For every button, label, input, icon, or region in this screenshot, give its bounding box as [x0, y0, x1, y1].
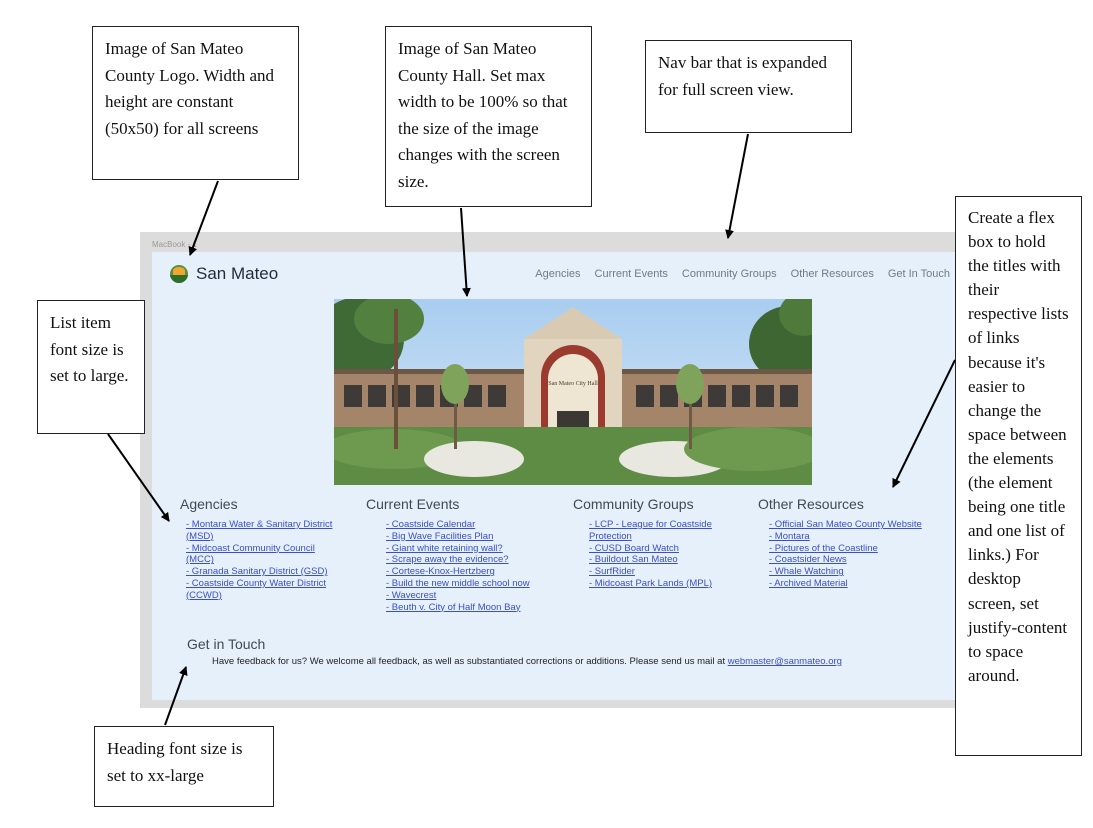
callout-logo: Image of San Mateo County Logo. Width an…	[92, 26, 299, 180]
county-hall-picture: San Mateo City Hall	[334, 299, 812, 485]
list-item: - Granada Sanitary District (GSD)	[186, 566, 342, 578]
group-link[interactable]: - Buildout San Mateo	[589, 554, 678, 565]
resource-link[interactable]: - Coastsider News	[769, 554, 847, 565]
event-link[interactable]: - Build the new middle school now	[386, 578, 530, 589]
list-item: - Buildout San Mateo	[589, 554, 733, 566]
group-link[interactable]: - Midcoast Park Lands (MPL)	[589, 578, 712, 589]
group-link[interactable]: - CUSD Board Watch	[589, 543, 679, 554]
list-item: - Coastside County Water District (CCWD)	[186, 578, 342, 602]
website-mockup: San Mateo Agencies Current Events Commun…	[152, 252, 960, 700]
list-item: - SurfRider	[589, 566, 733, 578]
nav-link-other-resources[interactable]: Other Resources	[791, 268, 874, 280]
list-item: - Wavecrest	[386, 590, 556, 602]
county-hall-image: San Mateo City Hall	[334, 299, 812, 485]
site-title: San Mateo	[196, 264, 279, 283]
list-item: - Midcoast Park Lands (MPL)	[589, 578, 733, 590]
get-in-touch-text: Have feedback for us? We welcome all fee…	[187, 656, 957, 667]
event-link[interactable]: - Wavecrest	[386, 590, 436, 601]
section-title-other-resources: Other Resources	[758, 496, 864, 512]
resource-link[interactable]: - Pictures of the Coastline	[769, 543, 878, 554]
resource-link[interactable]: - Archived Material	[769, 578, 848, 589]
list-item: - Montara Water & Sanitary District (MSD…	[186, 519, 342, 543]
mockup-artboard: MacBook - 1 San Mateo Agencies Current E…	[140, 232, 970, 708]
county-logo-icon[interactable]	[170, 265, 188, 283]
callout-heading-font: Heading font size is set to xx-large	[94, 726, 274, 807]
event-link[interactable]: - Big Wave Facilities Plan	[386, 531, 493, 542]
list-item: - Cortese-Knox-Hertzberg	[386, 566, 556, 578]
list-item: - Archived Material	[769, 578, 948, 590]
section-title-current-events: Current Events	[366, 496, 460, 512]
nav-bar: Agencies Current Events Community Groups…	[535, 268, 950, 280]
get-in-touch-heading: Get in Touch	[187, 636, 266, 652]
callout-flexbox: Create a flex box to hold the titles wit…	[955, 196, 1082, 756]
email-link[interactable]: webmaster@sanmateo.org	[728, 656, 842, 667]
list-item: - Official San Mateo County Website	[769, 519, 948, 531]
resource-link[interactable]: - Official San Mateo County Website	[769, 519, 922, 530]
artboard-label: MacBook - 1	[152, 240, 197, 249]
agency-link[interactable]: - Coastside County Water District (CCWD)	[186, 578, 326, 601]
section-agencies: Agencies - Montara Water & Sanitary Dist…	[180, 496, 342, 602]
section-other-resources: Other Resources - Official San Mateo Cou…	[758, 496, 948, 590]
list-item: - Whale Watching	[769, 566, 948, 578]
list-item: - Pictures of the Coastline	[769, 543, 948, 555]
nav-link-current-events[interactable]: Current Events	[595, 268, 668, 280]
link-columns-flexbox: Agencies - Montara Water & Sanitary Dist…	[176, 496, 956, 626]
get-in-touch-section: Get in Touch Have feedback for us? We we…	[187, 636, 957, 667]
arrow-nav-bar	[725, 133, 749, 239]
callout-hall-image: Image of San Mateo County Hall. Set max …	[385, 26, 592, 207]
agency-link[interactable]: - Montara Water & Sanitary District (MSD…	[186, 519, 332, 542]
list-item: - CUSD Board Watch	[589, 543, 733, 555]
event-link[interactable]: - Beuth v. City of Half Moon Bay	[386, 602, 520, 613]
event-link[interactable]: - Giant white retaining wall?	[386, 543, 503, 554]
list-item: - Beuth v. City of Half Moon Bay	[386, 602, 556, 614]
agency-link[interactable]: - Granada Sanitary District (GSD)	[186, 566, 327, 577]
list-item: - LCP - League for Coastside Protection	[589, 519, 733, 543]
nav-link-agencies[interactable]: Agencies	[535, 268, 580, 280]
section-title-agencies: Agencies	[180, 496, 238, 512]
feedback-text: Have feedback for us? We welcome all fee…	[212, 656, 726, 667]
section-current-events: Current Events - Coastside Calendar - Bi…	[366, 496, 556, 613]
list-item: - Build the new middle school now	[386, 578, 556, 590]
list-item: - Coastside Calendar	[386, 519, 556, 531]
list-item: - Midcoast Community Council (MCC)	[186, 543, 342, 567]
hero-sign-text: San Mateo City Hall	[548, 381, 598, 387]
event-link[interactable]: - Coastside Calendar	[386, 519, 475, 530]
resource-link[interactable]: - Whale Watching	[769, 566, 844, 577]
list-item: - Scrape away the evidence?	[386, 554, 556, 566]
group-link[interactable]: - SurfRider	[589, 566, 635, 577]
list-item: - Coastsider News	[769, 554, 948, 566]
callout-list-font: List item font size is set to large.	[37, 300, 145, 434]
list-item: - Big Wave Facilities Plan	[386, 531, 556, 543]
resource-link[interactable]: - Montara	[769, 531, 810, 542]
callout-nav-bar: Nav bar that is expanded for full screen…	[645, 40, 852, 133]
list-item: - Montara	[769, 531, 948, 543]
section-community-groups: Community Groups - LCP - League for Coas…	[573, 496, 733, 590]
agency-link[interactable]: - Midcoast Community Council (MCC)	[186, 543, 315, 566]
section-title-community-groups: Community Groups	[573, 496, 694, 512]
group-link[interactable]: - LCP - League for Coastside Protection	[589, 519, 712, 542]
nav-link-get-in-touch[interactable]: Get In Touch	[888, 268, 950, 280]
event-link[interactable]: - Scrape away the evidence?	[386, 554, 509, 565]
list-item: - Giant white retaining wall?	[386, 543, 556, 555]
event-link[interactable]: - Cortese-Knox-Hertzberg	[386, 566, 495, 577]
nav-link-community-groups[interactable]: Community Groups	[682, 268, 777, 280]
